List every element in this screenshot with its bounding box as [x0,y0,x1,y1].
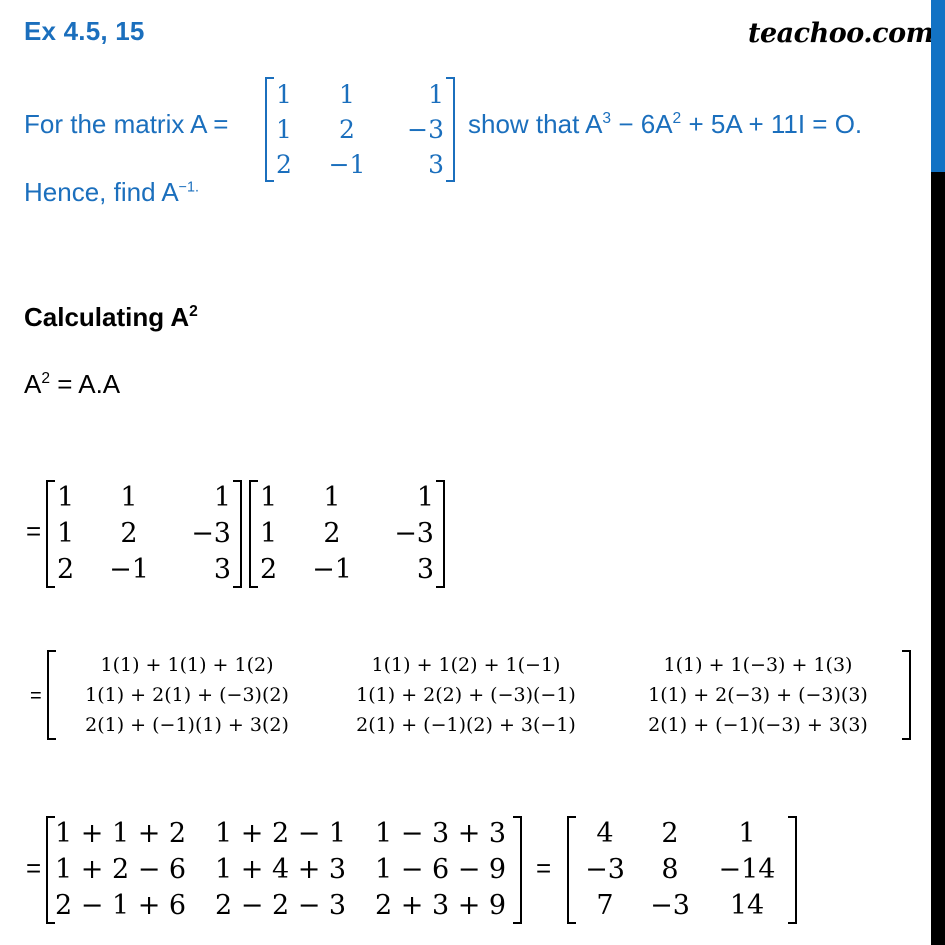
matrix-sums: 1 + 1 + 2 1 + 2 − 1 1 − 3 + 3 1 + 2 − 6 … [46,816,522,924]
section-title-text: Calculating A [24,302,190,332]
exponent: 2 [41,369,51,387]
matrix-cell: 14 [729,890,765,921]
matrix-expanded: 1(1) + 1(1) + 1(2) 1(1) + 1(2) + 1(−1) 1… [47,650,911,740]
matrix-cell: −14 [718,854,776,885]
scrollbar-track[interactable] [931,172,945,945]
right-bracket [436,480,445,588]
matrix-cell: 1(1) + 2(−3) + (−3)(3) [648,684,868,706]
matrix-cell: 1 − 6 − 9 [375,854,507,885]
matrix-a-cell: 1 [339,80,355,109]
def-rhs: = A.A [50,369,121,399]
matrix-a-squared-result: 4 2 1 −3 8 −14 7 −3 14 [567,816,797,924]
matrix-cell: 1(1) + 2(1) + (−3)(2) [85,684,289,706]
matrix-a-cell: 1 [428,80,444,109]
matrix-cell: 1 + 4 + 3 [215,854,347,885]
matrix-cell: 1 [260,518,278,549]
exponent: −1. [178,179,199,196]
matrix-cell: 2 [260,554,278,585]
term-text: + 5A + 11I = O. [681,109,863,139]
teachoo-logo: teachoo.com [748,18,934,49]
equals-sign: = [26,853,42,883]
matrix-cell: −1 [109,554,149,585]
matrix-cell: 3 [213,554,231,585]
matrix-cell: 1 [57,518,75,549]
right-bracket [513,816,522,924]
exponent: 2 [672,109,682,127]
matrix-cell: 1 [57,482,75,513]
matrix-cell: 1(1) + 1(−3) + 1(3) [663,654,853,676]
matrix-cell: 1 [213,482,231,513]
equals-sign: = [536,853,552,883]
matrix-cell: 2(1) + (−1)(−3) + 3(3) [648,714,868,736]
question-identity: show that A3 − 6A2 + 5A + 11I = O. [468,109,862,140]
matrix-a-cell: 1 [276,80,292,109]
matrix-cell: 2 [120,518,138,549]
matrix-cell: 1(1) + 1(1) + 1(2) [100,654,274,676]
matrix-cell: −3 [650,890,690,921]
matrix-cell: 2 [323,518,341,549]
matrix-cell: −3 [191,518,231,549]
matrix-cell: 2 [57,554,75,585]
matrix-cell: 2 + 3 + 9 [375,890,507,921]
matrix-right-factor: 1 1 1 1 2 −3 2 −1 3 [249,480,445,588]
matrix-a-cell: 1 [276,115,292,144]
matrix-left-factor: 1 1 1 1 2 −3 2 −1 3 [46,480,242,588]
definition-line: A2 = A.A [24,369,120,400]
matrix-cell: 1 [120,482,138,513]
left-bracket [46,816,55,924]
matrix-cell: 2 − 1 + 6 [55,890,187,921]
question-prefix: For the matrix A = [24,109,229,139]
matrix-cell: 2(1) + (−1)(2) + 3(−1) [356,714,576,736]
matrix-cell: 1 [416,482,434,513]
left-bracket [265,77,274,182]
matrix-a-cell: −1 [328,150,366,179]
equals-sign: = [30,685,42,707]
matrix-cell: −3 [585,854,625,885]
question-hence: Hence, find A−1. [24,177,199,208]
show-that-text: show that A [468,109,603,139]
matrix-cell: 1 [260,482,278,513]
section-title: Calculating A2 [24,302,198,333]
matrix-cell: 3 [416,554,434,585]
matrix-cell: −3 [394,518,434,549]
matrix-cell: 8 [661,854,679,885]
equals-sign: = [26,516,42,546]
right-bracket [446,77,455,182]
exercise-heading: Ex 4.5, 15 [24,16,145,46]
matrix-cell: 1(1) + 2(2) + (−3)(−1) [356,684,576,706]
hence-text: Hence, find A [24,177,179,207]
matrix-cell: 2 [661,818,679,849]
left-bracket [249,480,258,588]
matrix-cell: 1 + 1 + 2 [55,818,187,849]
right-bracket [788,816,797,924]
matrix-cell: 1 − 3 + 3 [375,818,507,849]
matrix-cell: −1 [312,554,352,585]
matrix-a-cell: 3 [428,150,444,179]
def-lhs: A [24,369,42,399]
matrix-cell: 1 [323,482,341,513]
matrix-cell: 2(1) + (−1)(1) + 3(2) [85,714,289,736]
matrix-a-cell: 2 [276,150,292,179]
left-bracket [567,816,576,924]
matrix-cell: 1 + 2 − 1 [215,818,347,849]
matrix-a-cell: −3 [407,115,444,144]
matrix-cell: 1 + 2 − 6 [55,854,187,885]
matrix-cell: 2 − 2 − 3 [215,890,347,921]
matrix-cell: 1 [738,818,756,849]
matrix-cell: 4 [596,818,614,849]
exponent: 3 [602,109,612,127]
matrix-a-cell: 2 [339,115,355,144]
left-bracket [47,650,56,740]
term-text: − 6A [611,109,673,139]
right-bracket [902,650,911,740]
matrix-cell: 1(1) + 1(2) + 1(−1) [371,654,561,676]
scrollbar-thumb[interactable] [931,0,945,172]
left-bracket [46,480,55,588]
matrix-a: 1 1 1 1 2 −3 2 −1 3 [265,77,455,182]
matrix-cell: 7 [596,890,614,921]
right-bracket [233,480,242,588]
exponent: 2 [189,302,198,320]
